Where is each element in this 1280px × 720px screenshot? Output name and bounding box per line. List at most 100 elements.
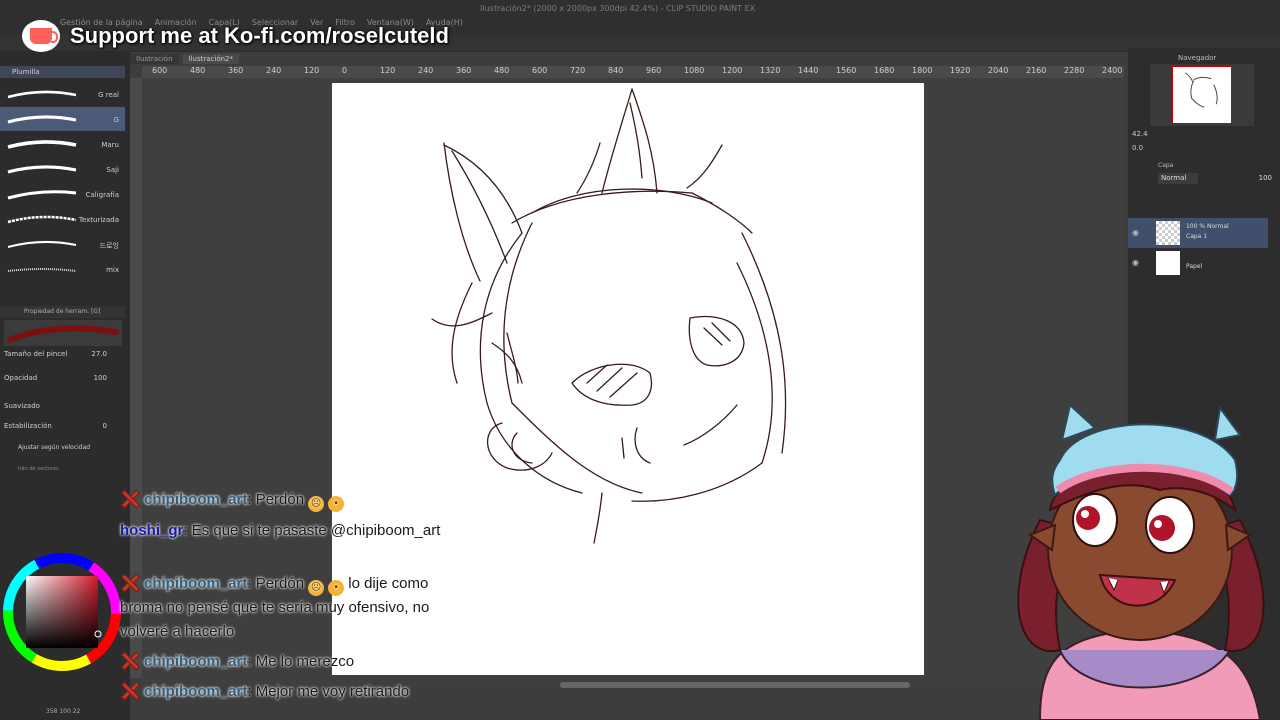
blend-row: Normal 100 [1128,172,1276,186]
brush-label: G [113,116,119,124]
chat-text: Me lo merezco [255,653,355,670]
tab-ilustracion[interactable]: Ilustración [130,54,179,64]
brush-item[interactable]: Saji [0,157,125,181]
rotation-value[interactable]: 0.0 [1132,144,1143,152]
brush-stroke-preview [7,268,77,272]
ruler-tick: 600 [532,66,548,75]
eye-icon[interactable]: ◉ [1132,228,1139,237]
kofi-banner: Support me at Ko-fi.com/roselcuteld [22,20,449,52]
brush-item[interactable]: Maru [0,132,125,156]
brush-label: Maru [101,141,119,149]
brush-stroke-preview [7,190,77,200]
ruler-tick: 840 [608,66,624,75]
stabilization-value[interactable]: 0 [103,422,107,430]
brush-item[interactable]: G real [0,82,125,106]
ruler-tick: 1200 [722,66,743,75]
ruler-tick: 360 [456,66,472,75]
brush-size-value[interactable]: 27.0 [91,350,107,358]
horizontal-scrollbar[interactable] [560,682,910,688]
chat-message: hoshi_gr: Es que si te pasaste @chipiboo… [120,522,441,539]
brush-stroke-preview [7,140,77,149]
layer-row-capa1[interactable]: ◉ 100 % Normal Capa 1 [1128,218,1268,248]
ruler-tick: 2400 [1102,66,1123,75]
chat-username: chipiboom_art [144,491,248,508]
ruler-tick: 1440 [798,66,819,75]
ruler-tick: 600 [152,66,168,75]
kofi-text: Support me at Ko-fi.com/roselcuteld [70,23,449,48]
brush-size-row[interactable]: Tamaño del pincel 27.0 [4,350,119,358]
opacity-row[interactable]: Opacidad 100 [4,374,119,382]
ruler-tick: 480 [494,66,510,75]
chat-username: hoshi_gr [120,522,184,539]
layer-name: Papel [1186,263,1203,270]
stabilization-label: Estabilización [4,422,52,430]
layer-row-papel[interactable]: ◉ Papel [1128,248,1268,278]
vector-row[interactable]: Irán de vectores [4,466,119,472]
brush-stroke-preview [7,90,77,99]
navigator-thumbnail[interactable] [1172,66,1232,124]
chat-text: Mejor me voy retirando [255,683,410,700]
brush-preview [4,320,122,346]
chat-username: chipiboom_art [144,575,248,592]
chat-text: Es que si te pasaste @chipiboom_art [191,522,441,539]
chat-message: chipiboom_art: Me lo merezco [120,650,460,674]
tool-property-header: Propiedad de herram. [G] [0,306,125,318]
brush-group-header[interactable]: Plumilla [0,66,125,78]
brush-item[interactable]: 드로잉 [0,232,125,256]
navigator-header: Navegador [1128,52,1276,64]
ruler-tick: 2160 [1026,66,1047,75]
brush-panel: Plumilla G real G Maru Saji Caligrafía T… [0,52,130,720]
layer-name: Capa 1 [1186,233,1208,240]
canvas-tabs: Ilustración Ilustración2* [130,54,240,64]
brush-stroke-preview [7,165,77,174]
brush-label: Caligrafía [85,191,119,199]
mod-badge-icon [120,489,138,507]
chat-message: chipiboom_art: Mejor me voy retirando [120,680,460,704]
opacity-label: Opacidad [4,374,38,382]
zoom-value[interactable]: 42.4 [1132,130,1148,138]
layer-panel-header: Capa [1128,160,1276,172]
sad-emoji-icon: ☹ [308,496,325,512]
ruler-tick: 120 [380,66,396,75]
ruler-tick: 360 [228,66,244,75]
brush-label: G real [98,91,119,99]
brush-item[interactable]: mix [0,257,125,281]
smoothing-row[interactable]: Suavizado [4,402,119,410]
ruler-tick: 240 [266,66,282,75]
chat-text: Perdón [255,575,305,592]
ruler-tick: 480 [190,66,206,75]
brush-item-selected[interactable]: G [0,107,125,131]
opacity-value[interactable]: 100 [94,374,107,382]
window-title: Ilustración2* (2000 x 2000px 300dpi 42.4… [480,4,756,13]
sad-emoji-icon: ☹ [308,580,325,596]
thumbnail-sketch [1184,72,1218,108]
brush-size-label: Tamaño del pincel [4,350,68,358]
brush-item[interactable]: Caligrafía [0,182,125,206]
brush-label: mix [106,266,119,274]
ruler-tick: 1080 [684,66,705,75]
ruler-tick: 120 [304,66,320,75]
vector-label: Irán de vectores [18,466,59,472]
navigator-title: Navegador [1178,54,1217,62]
brush-stroke-preview [7,215,77,224]
color-wheel[interactable] [0,546,130,676]
eye-icon[interactable]: ◉ [1132,258,1139,267]
ruler-tick: 1800 [912,66,933,75]
speed-checkbox[interactable]: Ajustar según velocidad [4,444,119,451]
stabilization-row[interactable]: Estabilización 0 [4,422,119,430]
brush-stroke-preview [7,115,77,124]
blend-mode-select[interactable]: Normal [1158,173,1198,184]
ruler-tick: 1920 [950,66,971,75]
ruler-tick: 1320 [760,66,781,75]
tab-ilustracion2[interactable]: Ilustración2* [182,54,240,64]
clip-studio-window: Ilustración2* (2000 x 2000px 300dpi 42.4… [0,0,1280,720]
layer-panel-title: Capa [1158,162,1174,169]
vtuber-avatar [1017,403,1265,720]
speed-label: Ajustar según velocidad [18,444,91,451]
layer-opacity-value[interactable]: 100 [1259,174,1272,182]
layer-thumbnail [1156,221,1180,245]
brush-label: Texturizada [78,216,119,224]
chat-message: chipiboom_art: Perdón ☹ • [120,488,460,512]
ruler-tick: 720 [570,66,586,75]
brush-item[interactable]: Texturizada [0,207,125,231]
